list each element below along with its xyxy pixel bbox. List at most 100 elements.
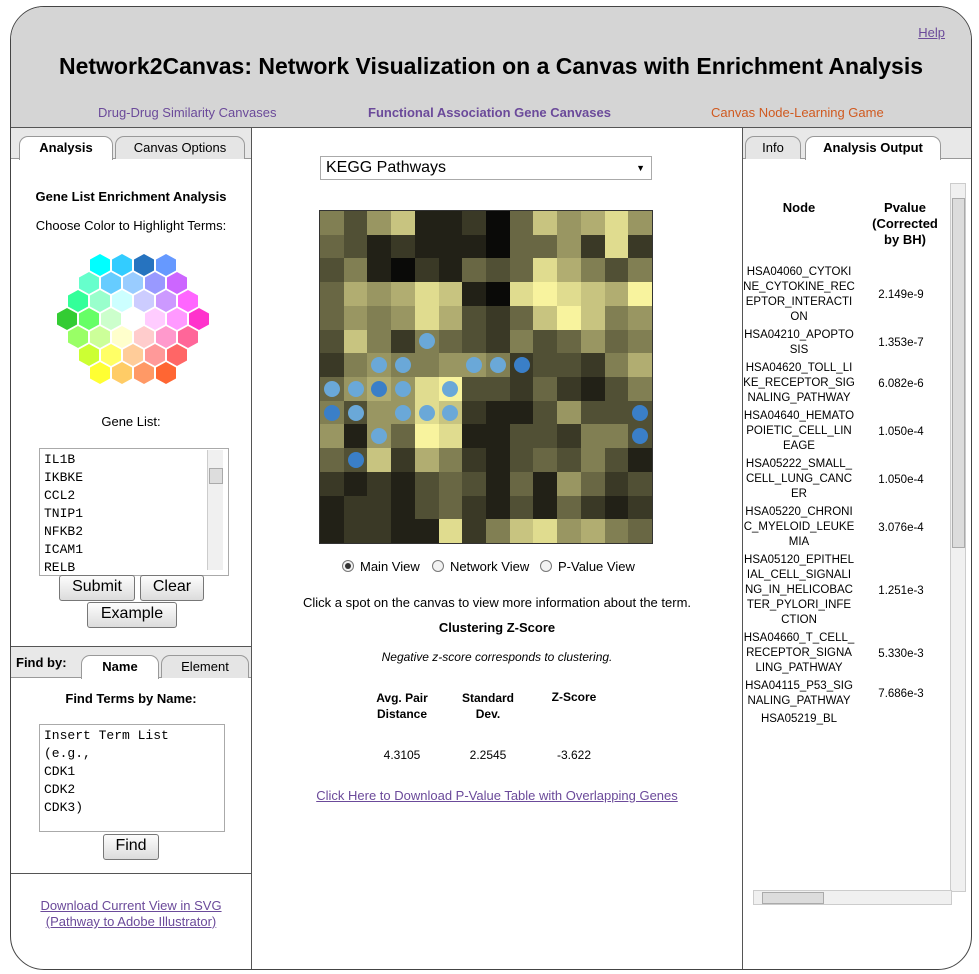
result-node[interactable]: HSA04620_TOLL_LIKE_RECEPTOR_SIGNALING_PA…	[743, 360, 855, 407]
canvas-cell[interactable]	[486, 211, 510, 235]
radio-network-view[interactable]: Network View	[432, 559, 529, 574]
clear-button[interactable]: Clear	[140, 575, 204, 601]
enriched-term-marker[interactable]	[442, 404, 459, 421]
canvas-cell[interactable]	[320, 329, 344, 354]
canvas-cell[interactable]	[343, 305, 368, 330]
result-row[interactable]: HSA05219_BL	[743, 711, 947, 729]
color-swatch[interactable]	[167, 272, 187, 294]
canvas-cell[interactable]	[438, 519, 463, 544]
color-swatch[interactable]	[79, 308, 99, 330]
canvas-cell[interactable]	[414, 234, 439, 259]
canvas-cell[interactable]	[438, 424, 463, 449]
canvas-cell[interactable]	[414, 471, 439, 496]
canvas-cell[interactable]	[604, 258, 629, 283]
canvas-cell[interactable]	[367, 305, 392, 330]
canvas-cell[interactable]	[604, 234, 629, 259]
canvas-cell[interactable]	[557, 258, 582, 283]
canvas-cell[interactable]	[486, 305, 510, 330]
canvas-cell[interactable]	[391, 424, 416, 449]
color-swatch[interactable]	[189, 308, 209, 330]
color-swatch[interactable]	[178, 290, 198, 312]
color-swatch[interactable]	[156, 254, 176, 276]
canvas-cell[interactable]	[391, 448, 416, 473]
color-swatch[interactable]	[90, 362, 110, 384]
color-swatch[interactable]	[68, 290, 88, 312]
canvas-cell[interactable]	[580, 495, 605, 520]
canvas-cell[interactable]	[509, 258, 534, 283]
canvas-cell[interactable]	[604, 329, 629, 354]
canvas-cell[interactable]	[604, 353, 629, 378]
canvas-cell[interactable]	[557, 211, 582, 235]
canvas-cell[interactable]	[438, 234, 463, 259]
canvas-cell[interactable]	[414, 258, 439, 283]
canvas-cell[interactable]	[320, 448, 344, 473]
color-swatch[interactable]	[112, 290, 132, 312]
canvas-cell[interactable]	[391, 305, 416, 330]
canvas-cell[interactable]	[438, 448, 463, 473]
scroll-thumb[interactable]	[209, 468, 223, 484]
canvas-cell[interactable]	[628, 258, 653, 283]
canvas-cell[interactable]	[486, 424, 510, 449]
result-node[interactable]: HSA04640_HEMATOPOIETIC_CELL_LINEAGE	[743, 408, 855, 455]
canvas-cell[interactable]	[509, 282, 534, 307]
canvas-cell[interactable]	[509, 519, 534, 544]
nav-gene-canvases[interactable]: Functional Association Gene Canvases	[368, 105, 611, 120]
canvas-cell[interactable]	[391, 519, 416, 544]
canvas-cell[interactable]	[391, 258, 416, 283]
canvas-cell[interactable]	[533, 305, 558, 330]
color-swatch[interactable]	[79, 272, 99, 294]
color-swatch[interactable]	[90, 326, 110, 348]
scroll-thumb[interactable]	[952, 198, 965, 548]
canvas-cell[interactable]	[628, 353, 653, 378]
canvas-cell[interactable]	[343, 471, 368, 496]
canvas-cell[interactable]	[604, 495, 629, 520]
canvas-cell[interactable]	[320, 234, 344, 259]
color-swatch[interactable]	[123, 308, 143, 330]
help-link[interactable]: Help	[918, 25, 945, 40]
canvas-cell[interactable]	[509, 471, 534, 496]
canvas-cell[interactable]	[462, 400, 487, 425]
canvas-cell[interactable]	[462, 377, 487, 401]
canvas-cell[interactable]	[604, 519, 629, 544]
canvas-cell[interactable]	[320, 495, 344, 520]
canvas-cell[interactable]	[509, 377, 534, 401]
canvas-cell[interactable]	[367, 282, 392, 307]
canvas-cell[interactable]	[628, 305, 653, 330]
canvas-cell[interactable]	[320, 305, 344, 330]
color-picker[interactable]	[56, 254, 209, 394]
canvas-cell[interactable]	[343, 258, 368, 283]
canvas-cell[interactable]	[557, 495, 582, 520]
canvas-cell[interactable]	[414, 377, 439, 401]
canvas-cell[interactable]	[557, 377, 582, 401]
canvas-cell[interactable]	[604, 282, 629, 307]
color-swatch[interactable]	[68, 326, 88, 348]
color-swatch[interactable]	[178, 326, 198, 348]
canvas-cell[interactable]	[604, 471, 629, 496]
canvas-cell[interactable]	[628, 519, 653, 544]
canvas-cell[interactable]	[604, 424, 629, 449]
enriched-term-marker[interactable]	[347, 380, 364, 397]
canvas-cell[interactable]	[414, 353, 439, 378]
canvas-cell[interactable]	[533, 211, 558, 235]
canvas-cell[interactable]	[343, 282, 368, 307]
canvas-cell[interactable]	[320, 211, 344, 235]
canvas-cell[interactable]	[462, 519, 487, 544]
canvas-cell[interactable]	[509, 424, 534, 449]
canvas-cell[interactable]	[343, 211, 368, 235]
result-row[interactable]: HSA04620_TOLL_LIKE_RECEPTOR_SIGNALING_PA…	[743, 360, 947, 408]
canvas-cell[interactable]	[628, 495, 653, 520]
canvas-cell[interactable]	[557, 400, 582, 425]
canvas-cell[interactable]	[628, 329, 653, 354]
canvas-cell[interactable]	[580, 377, 605, 401]
canvas-cell[interactable]	[486, 282, 510, 307]
canvas-cell[interactable]	[509, 305, 534, 330]
canvas-cell[interactable]	[580, 471, 605, 496]
nav-drug-canvases[interactable]: Drug-Drug Similarity Canvases	[98, 105, 276, 120]
canvas-cell[interactable]	[343, 519, 368, 544]
color-swatch[interactable]	[134, 254, 154, 276]
canvas-cell[interactable]	[367, 211, 392, 235]
canvas-cell[interactable]	[557, 471, 582, 496]
canvas-cell[interactable]	[462, 282, 487, 307]
canvas-cell[interactable]	[533, 400, 558, 425]
canvas-cell[interactable]	[367, 400, 392, 425]
